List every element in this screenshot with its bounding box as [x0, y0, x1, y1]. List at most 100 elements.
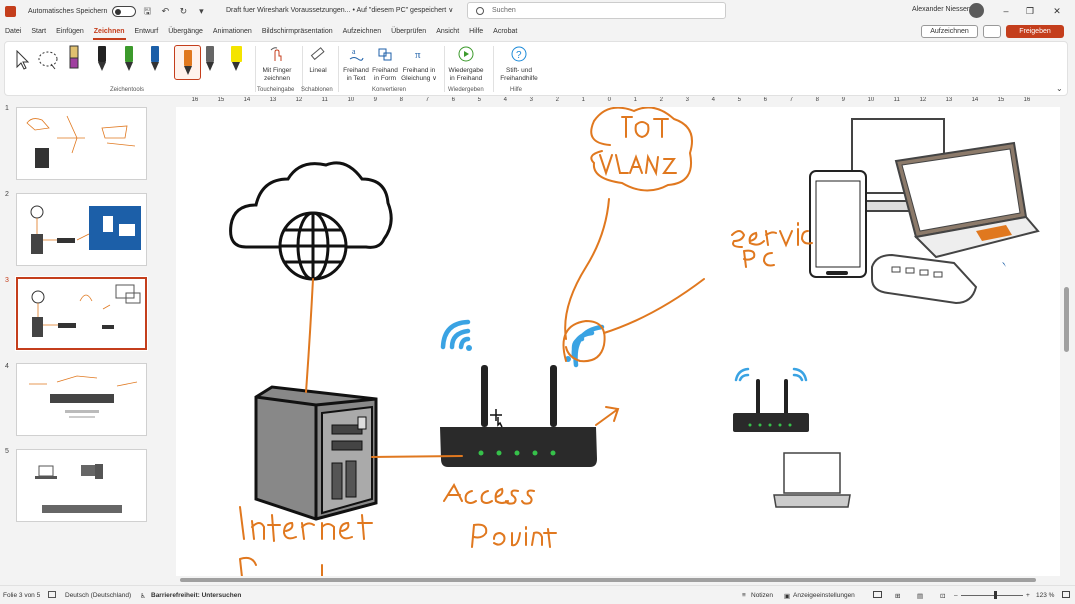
horizontal-scroll-thumb[interactable]: [180, 578, 1036, 582]
slide-number: 3: [5, 277, 9, 284]
close-button[interactable]: ✕: [1050, 4, 1064, 18]
accessibility-status[interactable]: Barrierefreiheit: Untersuchen: [151, 592, 241, 599]
highlighter-yellow[interactable]: [229, 46, 243, 76]
ribbon: Mit Finger zeichnen Lineal a Freihand in…: [4, 41, 1068, 96]
tab-start[interactable]: Start: [26, 22, 51, 41]
slide-thumbnail-pane: 1 2 3 4 5: [0, 97, 162, 585]
ruler-number: 11: [321, 97, 328, 103]
tab-einfügen[interactable]: Einfügen: [51, 22, 89, 41]
slide-number: 1: [5, 105, 9, 112]
finger-draw-icon: [270, 47, 282, 61]
undo-icon[interactable]: ↶: [158, 4, 172, 18]
help-icon: ?: [511, 46, 527, 62]
ruler-number: 15: [997, 97, 1005, 103]
user-name[interactable]: Alexander Niessen: [912, 6, 971, 13]
group-label-touch-input: Toucheingabe: [257, 87, 295, 93]
tab-ansicht[interactable]: Ansicht: [431, 22, 464, 41]
tab-acrobat[interactable]: Acrobat: [488, 22, 522, 41]
ruler-button[interactable]: Lineal: [305, 46, 331, 75]
slide-canvas[interactable]: [176, 107, 1060, 577]
finger-draw-label: Mit Finger zeichnen: [262, 67, 292, 82]
avatar[interactable]: [969, 3, 984, 18]
pen-orange-selected[interactable]: [174, 45, 201, 80]
move-cursor-icon: [490, 409, 503, 428]
normal-view-icon[interactable]: [873, 591, 882, 598]
small-router-icon: [733, 367, 809, 432]
ink-to-text-label: Freihand in Text: [343, 67, 369, 82]
slide-thumbnail-2[interactable]: [16, 193, 147, 266]
slide-counter: Folie 3 von 5: [3, 592, 41, 599]
comments-button[interactable]: [983, 25, 1001, 38]
pen-green[interactable]: [122, 46, 136, 76]
pen-black[interactable]: [95, 46, 109, 76]
tab-animationen[interactable]: Animationen: [208, 22, 257, 41]
zoom-level[interactable]: 123 %: [1036, 592, 1054, 599]
save-icon[interactable]: 🖫: [140, 4, 154, 18]
spellcheck-icon[interactable]: [48, 591, 56, 598]
share-button[interactable]: Freigeben: [1006, 25, 1064, 38]
quick-access-customize-icon[interactable]: ▾: [194, 4, 208, 18]
ink-to-math-button[interactable]: π Freihand in Gleichung ∨: [401, 46, 437, 83]
fit-to-window-icon[interactable]: [1062, 591, 1070, 598]
minimize-button[interactable]: –: [999, 4, 1013, 18]
ruler-number: 8: [399, 97, 403, 103]
tab-entwurf[interactable]: Entwurf: [130, 22, 164, 41]
select-tool[interactable]: [14, 49, 32, 73]
small-laptop-icon: [773, 452, 851, 508]
ruler-number: 16: [191, 97, 199, 103]
ink-to-math-icon: π: [415, 49, 421, 61]
slide-thumbnail-3-active[interactable]: [15, 276, 148, 351]
tab-überprüfen[interactable]: Überprüfen: [386, 22, 431, 41]
collapse-ribbon-icon[interactable]: ⌄: [1056, 84, 1063, 93]
record-button[interactable]: Aufzeichnen: [921, 25, 978, 38]
tab-aufzeichnen[interactable]: Aufzeichnen: [338, 22, 387, 41]
server-tower-icon: [254, 385, 378, 521]
laptop-devices-icon: [809, 118, 1040, 305]
slide-thumbnail-4[interactable]: [16, 363, 147, 436]
slide-thumbnail-5[interactable]: [16, 449, 147, 522]
ruler-number: 15: [217, 97, 225, 103]
autosave-toggle[interactable]: [112, 5, 137, 17]
tab-übergänge[interactable]: Übergänge: [163, 22, 208, 41]
tab-hilfe[interactable]: Hilfe: [464, 22, 488, 41]
zoom-slider[interactable]: [961, 595, 1023, 596]
zoom-in-icon[interactable]: +: [1026, 592, 1030, 599]
zoom-slider-handle[interactable]: [994, 591, 997, 599]
ink-replay-button[interactable]: Wiedergabe in Freihand: [447, 46, 485, 83]
slide-sorter-icon[interactable]: ⊞: [895, 592, 900, 600]
ruler-number: 8: [815, 97, 819, 103]
small-mark: [1002, 262, 1006, 267]
pen-help-button[interactable]: ? Stift- und Freihandhilfe: [496, 46, 542, 83]
redo-icon[interactable]: ↻: [176, 4, 190, 18]
restore-button[interactable]: ❐: [1023, 4, 1037, 18]
vertical-ruler: [164, 106, 174, 576]
tab-bildschirmpräsentation[interactable]: Bildschirmpräsentation: [257, 22, 338, 41]
slide-thumbnail-1[interactable]: [16, 107, 147, 180]
pen-blue[interactable]: [148, 46, 162, 76]
slide-1-preview: [26, 115, 136, 168]
eraser-icon: [69, 45, 79, 69]
tab-datei[interactable]: Datei: [0, 22, 26, 41]
display-settings-button[interactable]: Anzeigeeinstellungen: [793, 592, 855, 599]
presenter-icon[interactable]: ⊡: [940, 592, 945, 600]
notes-button[interactable]: Notizen: [751, 592, 773, 599]
ink-to-shape-button[interactable]: Freihand in Form: [371, 46, 399, 83]
ink-to-shape-label: Freihand in Form: [372, 67, 398, 82]
vertical-scroll-thumb[interactable]: [1064, 287, 1069, 352]
vertical-scrollbar[interactable]: [1062, 107, 1071, 577]
finger-draw-button[interactable]: Mit Finger zeichnen: [260, 46, 294, 83]
language-status[interactable]: Deutsch (Deutschland): [65, 592, 131, 599]
reading-view-icon[interactable]: ▤: [917, 592, 923, 600]
document-title[interactable]: Draft fuer Wireshark Voraussetzungen... …: [226, 6, 453, 14]
tab-zeichnen[interactable]: Zeichnen: [89, 22, 130, 41]
eraser-tool[interactable]: [67, 44, 81, 77]
ruler-number: 11: [893, 97, 900, 103]
ink-to-text-button[interactable]: a Freihand in Text: [342, 46, 370, 83]
lasso-tool[interactable]: [37, 50, 59, 73]
zoom-out-icon[interactable]: –: [954, 592, 958, 599]
search-placeholder: Suchen: [492, 7, 516, 14]
pen-gray[interactable]: [203, 46, 217, 76]
slide-number: 2: [5, 191, 9, 198]
horizontal-scrollbar[interactable]: [166, 576, 1062, 584]
search-box[interactable]: Suchen: [467, 2, 726, 19]
